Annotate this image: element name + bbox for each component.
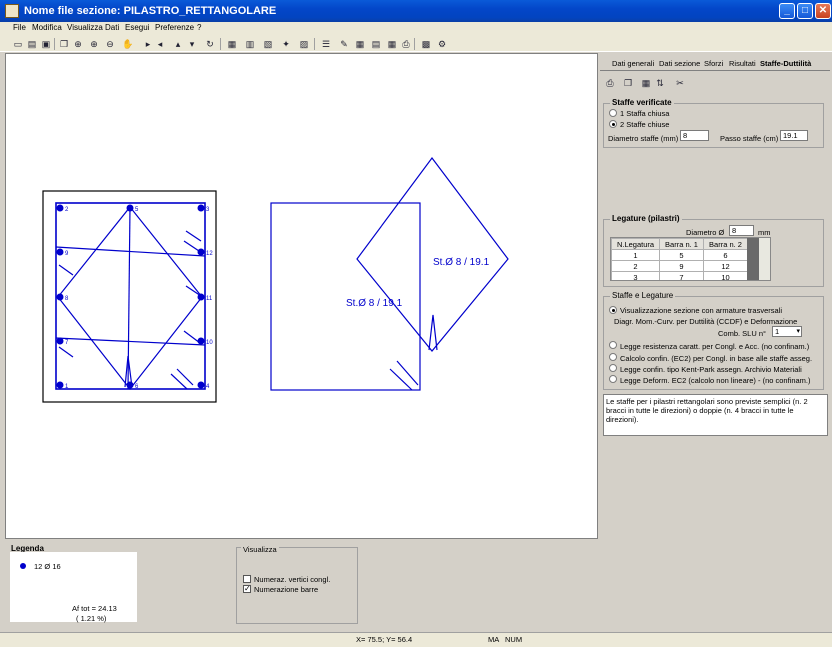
radio-2-staffe[interactable] [609, 120, 617, 128]
right-panel: Dati generali Dati sezione Sforzi Risult… [600, 53, 830, 541]
settings-icon[interactable]: ⚙ [436, 38, 448, 50]
menu-help[interactable]: ? [197, 23, 201, 32]
menu-modifica[interactable]: Modifica [32, 23, 62, 32]
bar-number: 4 [206, 384, 210, 390]
bar-number: 8 [65, 296, 69, 302]
section-data-icon[interactable]: ▦ [226, 38, 238, 50]
bar-number: 5 [135, 207, 139, 213]
sort-icon[interactable]: ⇅ [654, 77, 666, 89]
grid-icon[interactable]: ▩ [420, 38, 432, 50]
arrow-right-icon[interactable]: ▸ [142, 38, 154, 50]
materials-icon[interactable]: ▨ [298, 38, 310, 50]
save-icon[interactable]: ▣ [40, 38, 52, 50]
radio-visualizzazione[interactable] [609, 306, 617, 314]
window-title: Nome file sezione: PILASTRO_RETTANGOLARE [24, 5, 277, 17]
coords-readout: X= 75.5; Y= 56.4 [356, 635, 413, 644]
legature-diametro-input[interactable]: 8 [729, 225, 754, 236]
forces-icon[interactable]: ✦ [280, 38, 292, 50]
status-ma: MA [488, 635, 500, 644]
bar-number: 10 [206, 340, 213, 346]
bar-number: 12 [206, 251, 213, 257]
bar-number: 11 [206, 296, 213, 302]
radio-kent-park[interactable] [609, 364, 617, 372]
pan-icon[interactable]: ✋ [122, 38, 134, 50]
print-icon[interactable]: ⎙ [400, 38, 412, 50]
passo-staffe-input[interactable]: 19.1 [780, 130, 808, 141]
status-num: NUM [505, 635, 523, 644]
close-button[interactable]: ✕ [815, 3, 831, 19]
menu-file[interactable]: File [13, 23, 26, 32]
calculator-icon[interactable]: ▦ [640, 77, 652, 89]
tab-risultati[interactable]: Risultati [727, 57, 758, 70]
table-icon[interactable]: ▦ [386, 38, 398, 50]
section-drawing-area[interactable]: 2 5 3 9 12 8 11 7 10 1 6 4 St.Ø 8 / 19.1… [5, 53, 598, 539]
table-scrollbar[interactable] [759, 238, 770, 280]
copy-icon[interactable]: ❐ [622, 77, 634, 89]
bar-number: 9 [65, 251, 69, 257]
diametro-staffe-input[interactable]: 8 [680, 130, 709, 141]
menu-dati[interactable]: Dati [105, 23, 119, 32]
report-icon[interactable]: ▤ [370, 38, 382, 50]
info-note: Le staffe per i pilastri rettangolari so… [603, 394, 828, 436]
toolbar: ▭ ▤ ▣ ❐ ⊕ ⊕ ⊖ ✋ ▸ ◂ ▴ ▾ ↻ ▦ ▥ ▧ ✦ ▨ ☰ ✎ … [0, 36, 832, 52]
radio-legge-resistenza[interactable] [609, 341, 617, 349]
tie-1 [55, 246, 206, 257]
arrow-down-icon[interactable]: ▾ [186, 38, 198, 50]
menu-esegui[interactable]: Esegui [125, 23, 149, 32]
stirrup-label-rect: St.Ø 8 / 19.1 [346, 298, 403, 309]
title-bar: Nome file sezione: PILASTRO_RETTANGOLARE… [0, 0, 832, 22]
calculator-icon[interactable]: ▦ [354, 38, 366, 50]
copy-icon[interactable]: ❐ [58, 38, 70, 50]
bar-number: 3 [206, 207, 210, 213]
open-folder-icon[interactable]: ▤ [26, 38, 38, 50]
app-icon[interactable] [5, 4, 19, 18]
arrow-left-icon[interactable]: ◂ [154, 38, 166, 50]
minimize-button[interactable]: _ [779, 3, 795, 19]
numerazione-barre-checkbox[interactable]: ✓ [243, 585, 251, 593]
menu-visualizza[interactable]: Visualizza [67, 23, 103, 32]
radio-calcolo-confin[interactable] [609, 353, 617, 361]
chevron-down-icon: ▾ [796, 328, 800, 335]
arrow-up-icon[interactable]: ▴ [172, 38, 184, 50]
zoom-in-icon[interactable]: ⊕ [88, 38, 100, 50]
bars-icon[interactable]: ▥ [244, 38, 256, 50]
radio-legge-deform[interactable] [609, 375, 617, 383]
table-row[interactable]: 1 5 6 [611, 249, 748, 261]
bar-symbol-icon [20, 563, 26, 569]
legature-table[interactable]: N.Legatura Barra n. 1 Barra n. 2 1 5 6 2… [610, 237, 771, 281]
radio-1-staffa[interactable] [609, 109, 617, 117]
tab-dati-generali[interactable]: Dati generali [610, 57, 656, 70]
visualizza-group: Visualizza Numeraz. vertici congl. ✓ Num… [236, 545, 358, 624]
menu-bar: File Modifica Visualizza Dati Esegui Pre… [0, 22, 832, 36]
tools-icon[interactable]: ✂ [674, 77, 686, 89]
bar-number: 2 [65, 207, 69, 213]
section-drawing: 2 5 3 9 12 8 11 7 10 1 6 4 St.Ø 8 / 19.1… [42, 156, 509, 403]
legenda-panel: 12 Ø 16 Af tot = 24.13 ( 1.21 %) [10, 552, 137, 623]
zoom-icon[interactable]: ⊕ [72, 38, 84, 50]
new-file-icon[interactable]: ▭ [12, 38, 24, 50]
table-row[interactable]: 3 7 10 [611, 271, 748, 280]
rotate-icon[interactable]: ↻ [204, 38, 216, 50]
table-row[interactable]: 2 9 12 [611, 260, 748, 272]
stirrups-icon[interactable]: ▧ [262, 38, 274, 50]
tab-sforzi[interactable]: Sforzi [702, 57, 725, 70]
bar-number: 7 [65, 340, 69, 346]
maximize-button[interactable]: □ [797, 3, 813, 19]
menu-preferenze[interactable]: Preferenze [155, 23, 194, 32]
status-bar: X= 75.5; Y= 56.4 MA NUM [0, 632, 832, 647]
list-icon[interactable]: ☰ [320, 38, 332, 50]
stirrup-outer [55, 202, 206, 390]
print-icon[interactable]: ⎙ [604, 77, 616, 89]
stirrup-label-diamond: St.Ø 8 / 19.1 [433, 257, 490, 268]
comb-slu-select[interactable]: 1 ▾ [772, 326, 802, 337]
edit-icon[interactable]: ✎ [338, 38, 350, 50]
tab-dati-sezione[interactable]: Dati sezione [657, 57, 702, 70]
tie-2 [55, 337, 206, 346]
numeraz-vertici-checkbox[interactable] [243, 575, 251, 583]
tab-staffe-duttilita[interactable]: Staffe-Duttilità [758, 57, 813, 70]
zoom-out-icon[interactable]: ⊖ [104, 38, 116, 50]
